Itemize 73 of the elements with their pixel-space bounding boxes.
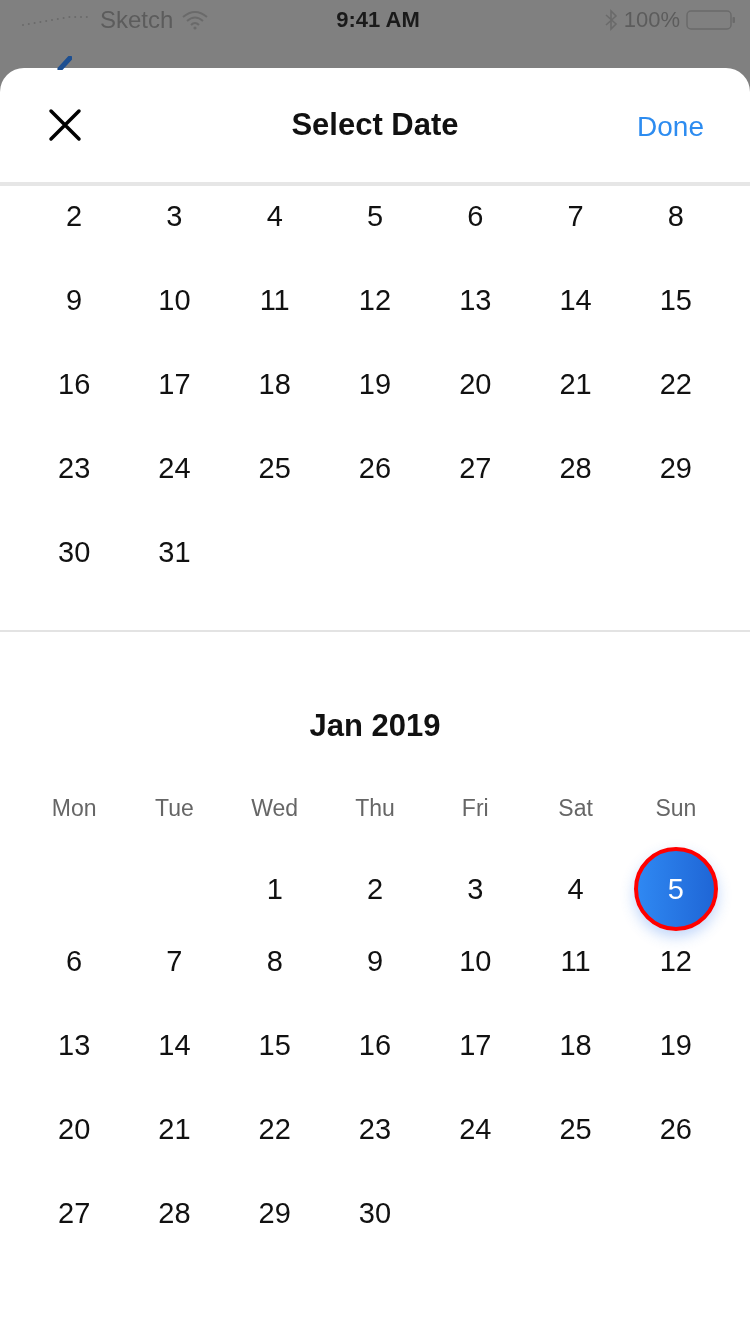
day-number[interactable]: 13 bbox=[54, 1025, 95, 1065]
weekday-label: Fri bbox=[461, 794, 489, 822]
day-number[interactable]: 11 bbox=[254, 280, 295, 320]
day-number[interactable]: 12 bbox=[655, 941, 696, 981]
day-number[interactable]: 19 bbox=[355, 364, 395, 404]
day-number[interactable]: 4 bbox=[555, 869, 596, 909]
day-number[interactable]: 4 bbox=[254, 196, 295, 236]
day-number[interactable]: 20 bbox=[455, 364, 496, 404]
day-number[interactable]: 10 bbox=[154, 280, 195, 320]
weekday-label: Thu bbox=[355, 794, 395, 822]
day-number[interactable]: 9 bbox=[355, 941, 395, 981]
day-number[interactable]: 14 bbox=[555, 280, 596, 320]
day-number[interactable]: 30 bbox=[54, 532, 95, 572]
day-number[interactable]: 2 bbox=[355, 869, 395, 909]
day-number[interactable]: 22 bbox=[254, 1109, 295, 1149]
day-number[interactable]: 7 bbox=[555, 196, 596, 236]
day-number[interactable]: 27 bbox=[455, 448, 496, 488]
clock-time: 9:41 AM bbox=[336, 7, 420, 33]
day-number[interactable]: 1 bbox=[254, 869, 295, 909]
day-number[interactable]: 23 bbox=[54, 448, 95, 488]
day-number[interactable]: 22 bbox=[655, 364, 696, 404]
day-number[interactable]: 16 bbox=[355, 1025, 395, 1065]
day-number[interactable]: 23 bbox=[355, 1109, 395, 1149]
day-number[interactable]: 5 bbox=[355, 196, 395, 236]
day-number[interactable]: 24 bbox=[154, 448, 195, 488]
day-number[interactable]: 13 bbox=[455, 280, 496, 320]
weekday-label: Mon bbox=[51, 794, 97, 822]
day-number[interactable]: 29 bbox=[254, 1193, 295, 1233]
day-number[interactable]: 28 bbox=[154, 1193, 195, 1233]
day-number[interactable]: 3 bbox=[455, 869, 496, 909]
close-button[interactable] bbox=[46, 106, 84, 144]
month-title: Jan 2019 bbox=[308, 707, 442, 745]
day-number[interactable]: 20 bbox=[54, 1109, 95, 1149]
day-number[interactable]: 21 bbox=[154, 1109, 195, 1149]
weekday-label: Wed bbox=[251, 794, 299, 822]
day-number[interactable]: 19 bbox=[655, 1025, 696, 1065]
day-number[interactable]: 28 bbox=[555, 448, 596, 488]
day-number[interactable]: 26 bbox=[655, 1109, 696, 1149]
weekday-label: Sun bbox=[655, 794, 697, 822]
day-number[interactable]: 18 bbox=[555, 1025, 596, 1065]
sheet-title: Select Date bbox=[290, 107, 460, 143]
day-number[interactable]: 2 bbox=[54, 196, 95, 236]
day-number[interactable]: 15 bbox=[655, 280, 696, 320]
day-number[interactable]: 8 bbox=[254, 941, 295, 981]
chevron-icon bbox=[56, 56, 72, 70]
day-number[interactable]: 30 bbox=[355, 1193, 395, 1233]
day-number[interactable]: 26 bbox=[355, 448, 395, 488]
day-number[interactable]: 21 bbox=[555, 364, 596, 404]
day-number[interactable]: 15 bbox=[254, 1025, 295, 1065]
day-number[interactable]: 17 bbox=[455, 1025, 496, 1065]
day-number[interactable]: 25 bbox=[254, 448, 295, 488]
day-number[interactable]: 31 bbox=[154, 532, 195, 572]
day-number[interactable]: 24 bbox=[455, 1109, 496, 1149]
day-number[interactable]: 29 bbox=[655, 448, 696, 488]
day-number[interactable]: 16 bbox=[54, 364, 95, 404]
day-number[interactable]: 9 bbox=[54, 280, 95, 320]
weekday-label: Tue bbox=[155, 794, 194, 822]
selected-day[interactable]: 5 bbox=[633, 847, 718, 931]
day-number[interactable]: 8 bbox=[655, 196, 696, 236]
day-number[interactable]: 27 bbox=[54, 1193, 95, 1233]
day-number[interactable]: 17 bbox=[154, 364, 195, 404]
day-number[interactable]: 18 bbox=[254, 364, 295, 404]
day-number[interactable]: 6 bbox=[455, 196, 496, 236]
day-number[interactable]: 12 bbox=[355, 280, 395, 320]
day-number[interactable]: 3 bbox=[154, 196, 195, 236]
day-number[interactable]: 10 bbox=[455, 941, 496, 981]
day-number[interactable]: 7 bbox=[154, 941, 195, 981]
weekday-label: Sat bbox=[558, 794, 593, 822]
day-number[interactable]: 6 bbox=[54, 941, 95, 981]
day-number[interactable]: 14 bbox=[154, 1025, 195, 1065]
day-number[interactable]: 25 bbox=[555, 1109, 596, 1149]
close-icon bbox=[48, 108, 82, 142]
day-number[interactable]: 11 bbox=[555, 941, 596, 981]
